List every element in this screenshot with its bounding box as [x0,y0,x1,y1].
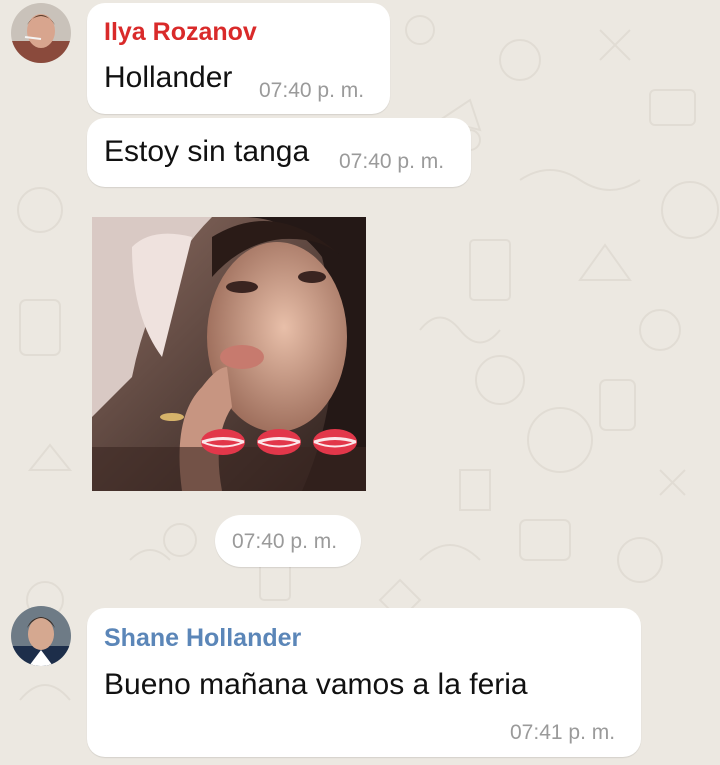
sender-name-shane[interactable]: Shane Hollander [104,624,301,653]
avatar-shane-hollander[interactable] [11,606,71,666]
lips-emoji-icon [200,427,246,457]
lips-emoji-icon [312,427,358,457]
avatar-image [11,3,71,63]
sender-name-ilya[interactable]: Ilya Rozanov [104,18,257,47]
message-text-2: Estoy sin tanga [104,135,310,168]
message-time-2: 07:40 p. m. [339,150,445,173]
message-text-4: Bueno mañana vamos a la feria [104,668,528,701]
message-time-4: 07:41 p. m. [510,721,616,744]
photo-message[interactable] [92,217,366,491]
message-time-1: 07:40 p. m. [259,79,365,102]
avatar-ilya-rozanov[interactable] [11,3,71,63]
message-text-1: Hollander [104,61,233,94]
avatar-image [11,606,71,666]
lips-emoji-icon [256,427,302,457]
photo-time: 07:40 p. m. [232,530,338,553]
